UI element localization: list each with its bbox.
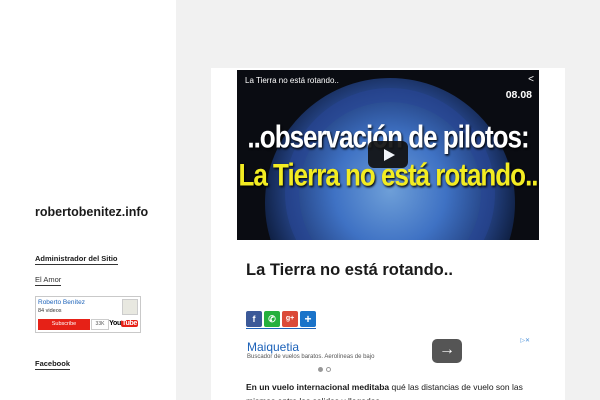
ad-dot-2[interactable]	[326, 367, 331, 372]
post-body: En un vuelo internacional meditaba qué l…	[246, 380, 526, 400]
google-plus-icon[interactable]: g+	[282, 311, 298, 327]
arrow-right-icon[interactable]: →	[432, 339, 462, 363]
ad-dot-1[interactable]	[318, 367, 323, 372]
facebook-icon[interactable]: f	[246, 311, 262, 327]
youtube-channel-name[interactable]: Roberto Benítez	[38, 299, 85, 306]
subscriber-count: 33K	[91, 319, 109, 330]
youtube-logo-icon: YouTube	[109, 320, 138, 327]
facebook-widget-title: Facebook	[35, 359, 71, 370]
ad-pagination	[318, 367, 331, 372]
youtube-video-count: 84 videos	[38, 308, 62, 314]
sidebar: robertobenitez.info Administrador del Si…	[0, 0, 176, 400]
post-content: La Tierra no está rotando.. < 08.08 ..ob…	[211, 68, 565, 400]
play-button[interactable]	[368, 141, 408, 168]
whatsapp-icon[interactable]: ✆	[264, 311, 280, 327]
ad-title[interactable]: Maiquetia	[247, 340, 299, 354]
share-bar: f ✆ g+ +	[246, 311, 316, 329]
ad-choices-icon[interactable]: ▷✕	[520, 337, 530, 344]
video-player[interactable]: La Tierra no está rotando.. < 08.08 ..ob…	[237, 70, 539, 240]
video-time: 08.08	[505, 89, 532, 101]
youtube-logo-you: You	[109, 320, 121, 327]
subscribe-button[interactable]: Subscribe	[38, 319, 90, 330]
video-title[interactable]: La Tierra no está rotando..	[245, 76, 339, 85]
link-el-amor[interactable]: El Amor	[35, 275, 62, 286]
youtube-subscribe-widget: Roberto Benítez 84 videos Subscribe 33K …	[35, 296, 141, 333]
ad-banner[interactable]: ▷✕ Maiquetia Buscador de vuelos baratos.…	[246, 337, 530, 372]
admin-widget-title[interactable]: Administrador del Sitio	[35, 254, 118, 265]
post-body-bold: En un vuelo internacional meditaba	[246, 382, 390, 392]
channel-avatar[interactable]	[122, 299, 138, 315]
ad-description: Buscador de vuelos baratos. Aerolíneas d…	[247, 354, 375, 360]
youtube-logo-tube: Tube	[120, 320, 138, 327]
site-title[interactable]: robertobenitez.info	[35, 205, 148, 219]
share-icon[interactable]: <	[528, 74, 534, 85]
add-share-icon[interactable]: +	[300, 311, 316, 327]
post-title: La Tierra no está rotando..	[246, 261, 453, 279]
